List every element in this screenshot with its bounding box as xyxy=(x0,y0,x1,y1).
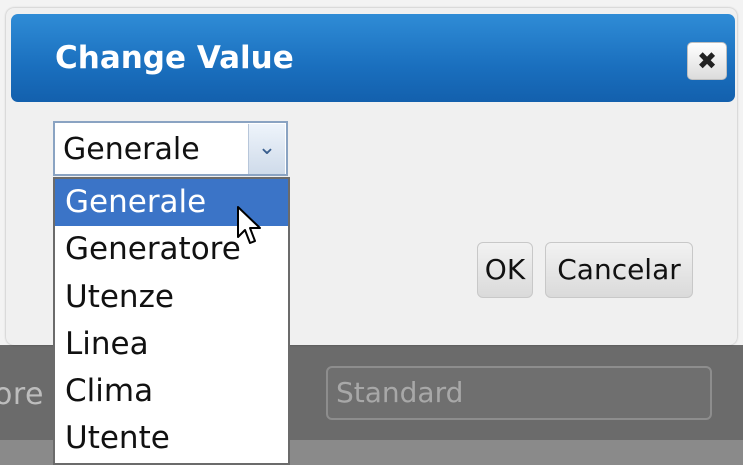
mouse-pointer-icon xyxy=(237,206,261,244)
option-utente[interactable]: Utente xyxy=(55,415,288,462)
dialog-title: Change Value xyxy=(55,40,294,76)
close-button[interactable]: ✖ xyxy=(687,42,727,80)
option-clima[interactable]: Clima xyxy=(55,368,288,415)
cancel-button[interactable]: Cancelar xyxy=(545,242,693,298)
close-icon: ✖ xyxy=(696,47,718,75)
chevron-down-icon[interactable]: ⌄ xyxy=(248,124,285,174)
background-field-input: Standard xyxy=(326,366,712,420)
category-select[interactable]: Generale ⌄ xyxy=(53,121,288,176)
background-field-label: ore xyxy=(0,377,44,412)
option-linea[interactable]: Linea xyxy=(55,321,288,368)
ok-button[interactable]: OK xyxy=(477,242,533,298)
select-value: Generale xyxy=(63,132,200,167)
option-utenze[interactable]: Utenze xyxy=(55,274,288,321)
